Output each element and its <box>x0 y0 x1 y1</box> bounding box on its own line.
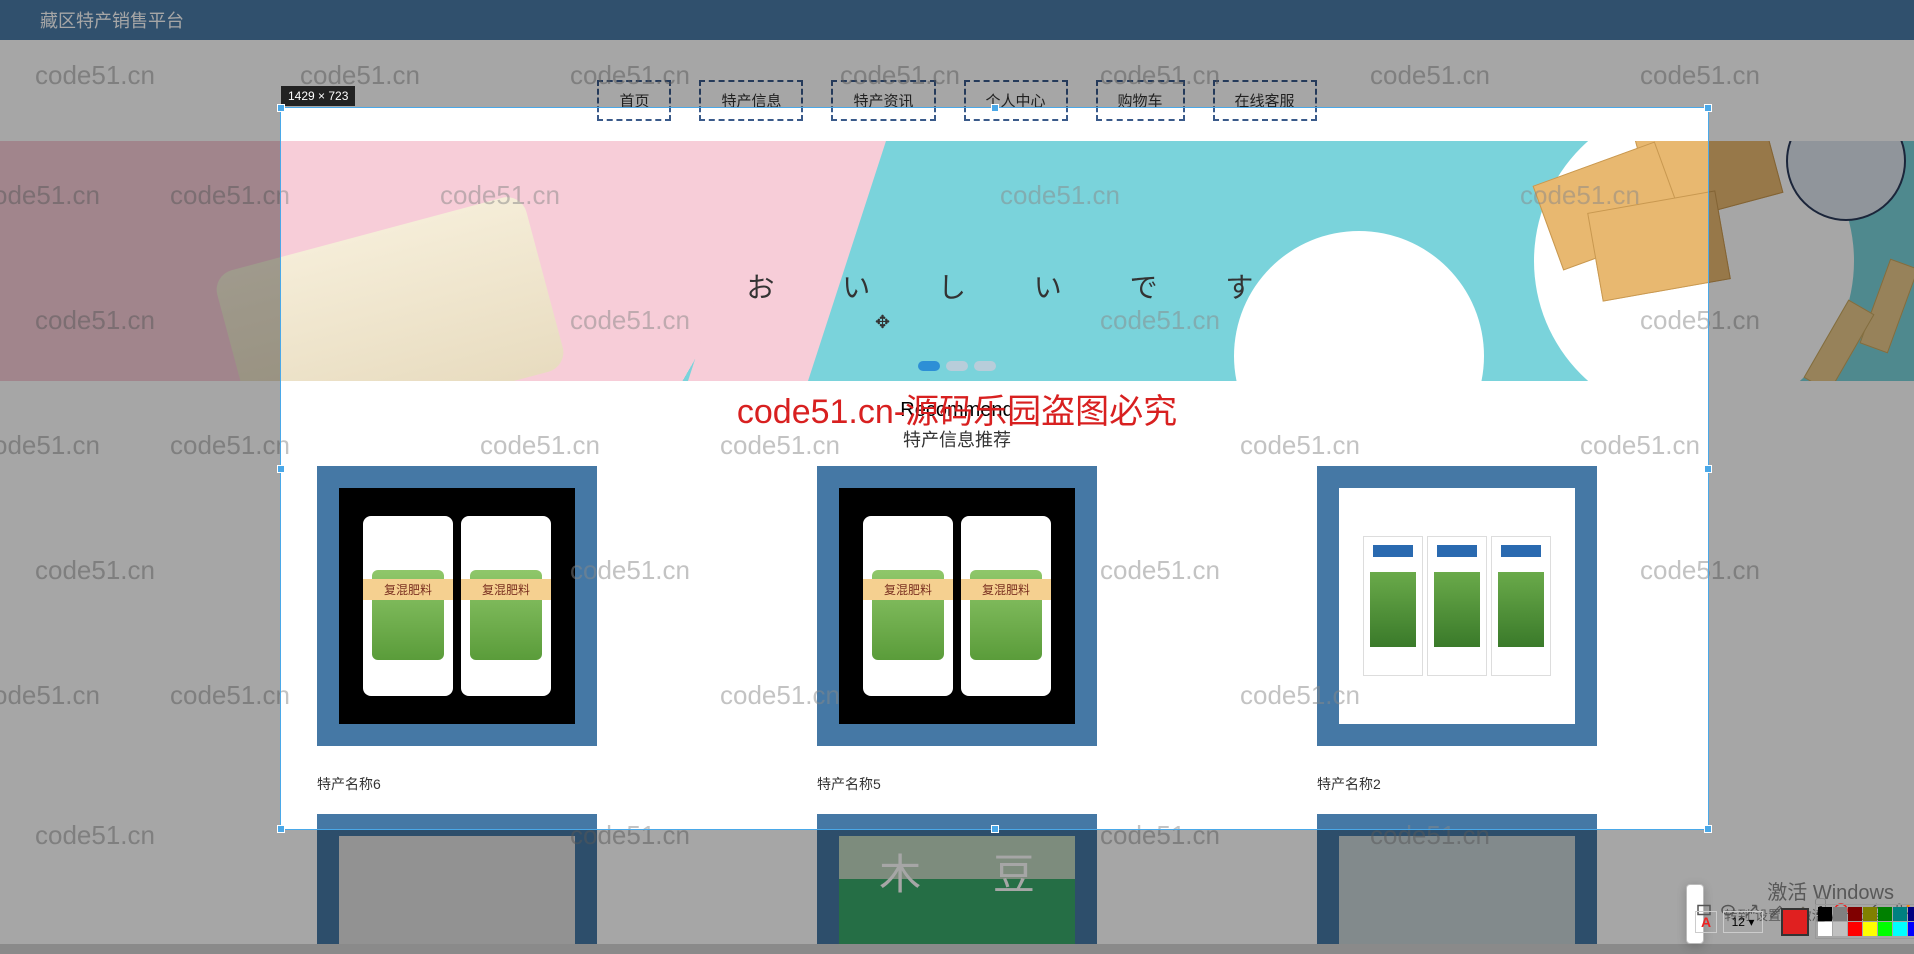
color-swatch[interactable] <box>1848 907 1862 921</box>
product-card[interactable] <box>317 814 597 944</box>
carousel-dots <box>918 361 996 371</box>
nav-cart[interactable]: 购物车 <box>1096 80 1185 121</box>
color-swatch[interactable] <box>1863 907 1877 921</box>
nav-product-info[interactable]: 特产信息 <box>699 80 803 121</box>
color-swatch[interactable] <box>1818 907 1832 921</box>
product-card[interactable] <box>1317 814 1597 944</box>
carousel-dot-1[interactable] <box>918 361 940 371</box>
color-palette <box>1815 904 1914 939</box>
color-swatch[interactable] <box>1878 922 1892 936</box>
color-swatch[interactable] <box>1908 922 1914 936</box>
site-title: 藏区特产销售平台 <box>40 7 184 33</box>
page: 首页 特产信息 特产资讯 个人中心 购物车 在线客服 お い し い で す R… <box>0 40 1914 944</box>
carousel-dot-3[interactable] <box>974 361 996 371</box>
product-image-frame <box>1317 466 1597 746</box>
color-swatch[interactable] <box>1818 922 1832 936</box>
product-name: 特产名称2 <box>1317 774 1597 794</box>
product-grid-row2: 木 豆 <box>0 814 1914 944</box>
product-image: 复混肥料 复混肥料 <box>339 488 575 724</box>
font-size-select[interactable]: 12 ▾ <box>1723 911 1763 933</box>
product-grid: 复混肥料 复混肥料 特产名称6 复混肥料 复混肥料 特产名称5 <box>0 466 1914 814</box>
product-image-frame: 复混肥料 复混肥料 <box>317 466 597 746</box>
carousel-dot-2[interactable] <box>946 361 968 371</box>
product-image-frame: 复混肥料 复混肥料 <box>817 466 1097 746</box>
color-swatch[interactable] <box>1893 907 1907 921</box>
color-swatch[interactable] <box>1863 922 1877 936</box>
product-card[interactable]: 特产名称2 <box>1317 466 1597 794</box>
color-swatch[interactable] <box>1848 922 1862 936</box>
color-swatch[interactable] <box>1908 907 1914 921</box>
product-name: 特产名称5 <box>817 774 1097 794</box>
product-name: 特产名称6 <box>317 774 597 794</box>
product-card[interactable]: 复混肥料 复混肥料 特产名称5 <box>817 466 1097 794</box>
product-image: 复混肥料 复混肥料 <box>839 488 1075 724</box>
current-color-swatch[interactable] <box>1781 908 1809 936</box>
cursor-crosshair-icon: ✥ <box>875 312 890 333</box>
hero-subtitle: お い し い で す <box>746 266 1283 306</box>
screenshot-toolbar: A 1 ✕ 完成 A 12 ▾ <box>1686 884 1704 944</box>
nav-product-news[interactable]: 特产资讯 <box>831 80 935 121</box>
color-swatch[interactable] <box>1833 907 1847 921</box>
nav-support[interactable]: 在线客服 <box>1213 80 1317 121</box>
product-card[interactable]: 木 豆 <box>817 814 1097 944</box>
copyright-overlay-text: code51.cn-源码乐园盗图必究 <box>737 384 1177 433</box>
app-header: 藏区特产销售平台 <box>0 0 1914 40</box>
main-nav: 首页 特产信息 特产资讯 个人中心 购物车 在线客服 <box>0 40 1914 141</box>
color-swatch[interactable] <box>1833 922 1847 936</box>
product-card[interactable]: 复混肥料 复混肥料 特产名称6 <box>317 466 597 794</box>
color-swatch[interactable] <box>1878 907 1892 921</box>
nav-home[interactable]: 首页 <box>597 80 671 121</box>
font-style-indicator[interactable]: A <box>1695 911 1717 933</box>
nav-user-center[interactable]: 个人中心 <box>964 80 1068 121</box>
product-image <box>1339 488 1575 724</box>
hero-banner: お い し い で す <box>0 141 1914 381</box>
color-swatch[interactable] <box>1893 922 1907 936</box>
